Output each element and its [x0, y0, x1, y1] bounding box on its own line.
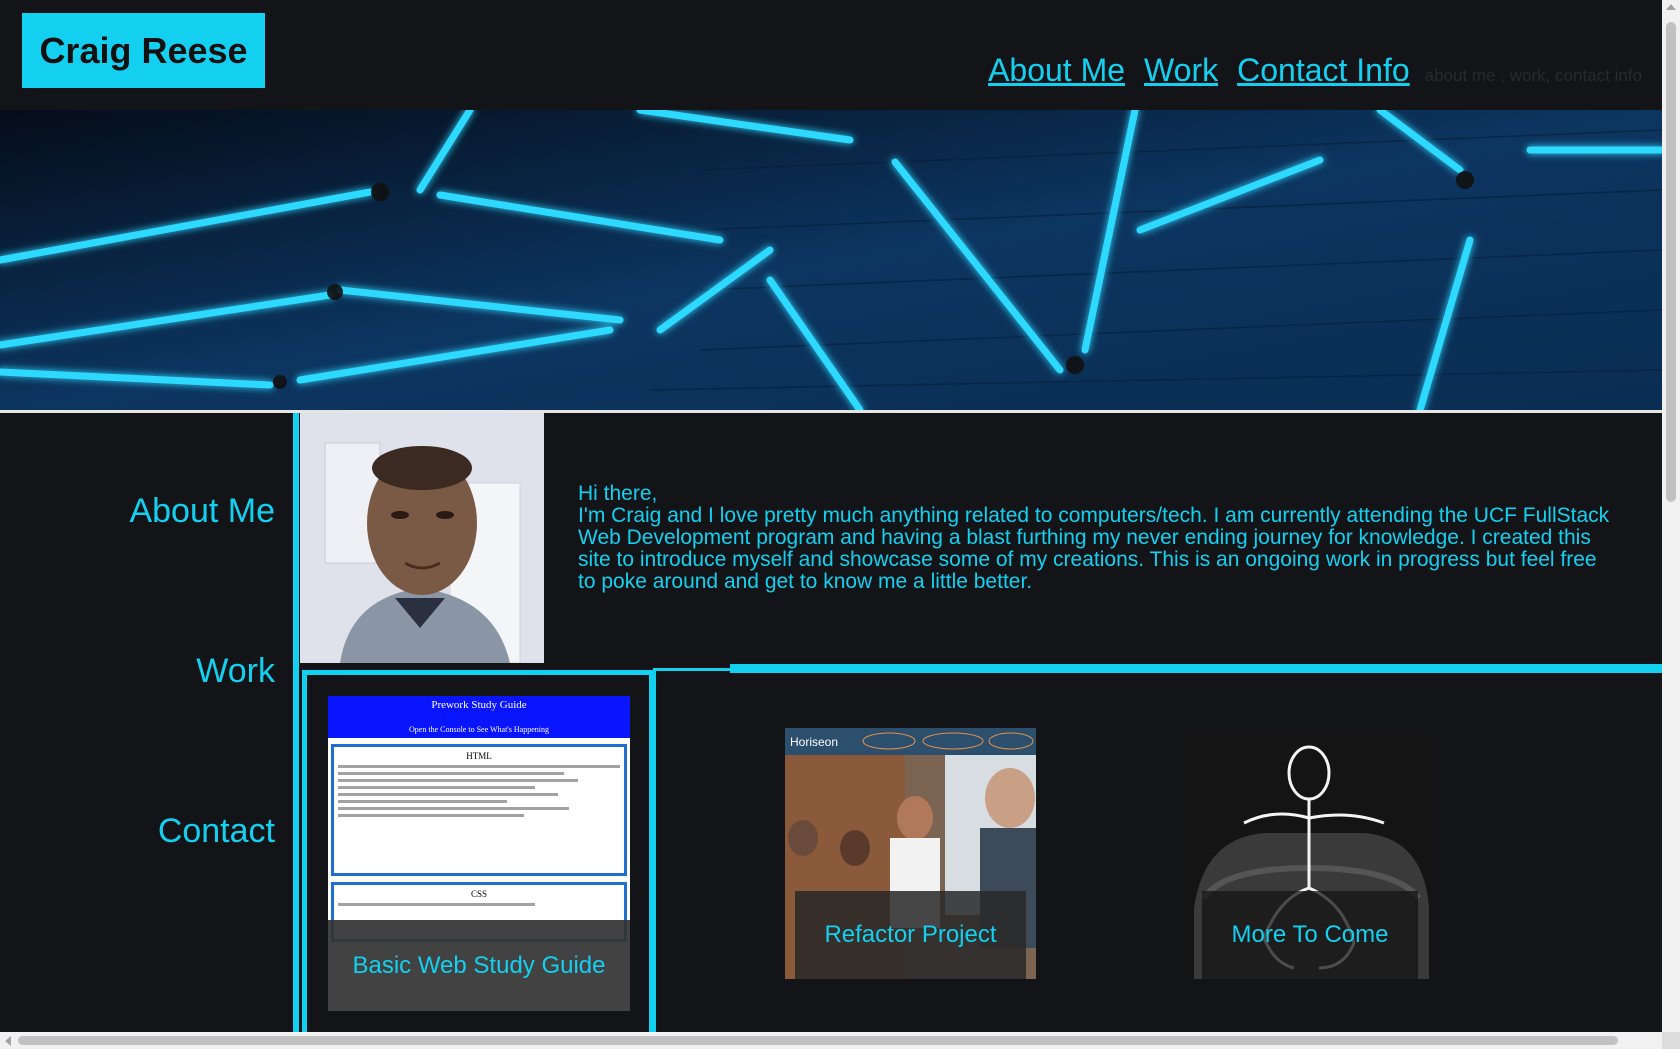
preview-line — [338, 786, 536, 789]
vertical-scrollbar[interactable] — [1662, 0, 1680, 1032]
section-divider-horizontal — [730, 664, 1662, 673]
preview-line — [338, 807, 570, 810]
profile-photo — [300, 413, 544, 663]
about-text: Hi there, I'm Craig and I love pretty mu… — [578, 483, 1618, 593]
preview-line — [338, 765, 620, 768]
neon-lights-image — [0, 110, 1662, 410]
preview-line — [338, 772, 564, 775]
horizontal-scrollbar[interactable] — [0, 1032, 1662, 1049]
scrollbar-corner — [1662, 1032, 1680, 1049]
horizontal-scroll-thumb[interactable] — [18, 1036, 1618, 1045]
section-divider-vertical — [293, 413, 299, 1032]
preview-line — [338, 793, 558, 796]
nav-link-about[interactable]: About Me — [988, 52, 1125, 89]
top-nav: About Me Work Contact Info about me , wo… — [969, 52, 1642, 89]
about-greeting: Hi there, — [578, 482, 658, 505]
page: Craig Reese About Me Work Contact Info a… — [0, 0, 1662, 1032]
scroll-left-arrow-icon[interactable] — [5, 1036, 11, 1046]
sidebar-item-about[interactable]: About Me — [129, 492, 275, 531]
work-card-label: More To Come — [1202, 891, 1418, 979]
preview-line — [338, 814, 525, 817]
logo-text: Craig Reese — [39, 29, 248, 71]
work-card-study-guide[interactable]: Prework Study Guide Open the Console to … — [328, 696, 630, 1011]
preview-line — [338, 800, 508, 803]
work-panel-top-edge — [653, 668, 731, 671]
study-guide-preview-section-html: HTML — [466, 751, 492, 761]
hero-banner — [0, 110, 1662, 410]
work-card-label: Refactor Project — [795, 891, 1026, 979]
about-body: I'm Craig and I love pretty much anythin… — [578, 504, 1610, 593]
sidebar-item-contact[interactable]: Contact — [158, 812, 275, 851]
refactor-brand-text: Horiseon — [790, 735, 838, 749]
study-guide-preview-subtitle: Open the Console to See What's Happening — [409, 725, 549, 734]
work-card-refactor-project[interactable]: Horiseon Refactor Project — [785, 728, 1036, 979]
study-guide-preview-header: Prework Study Guide Open the Console to … — [328, 696, 630, 738]
work-card-more-to-come[interactable]: More To Come — [1184, 728, 1436, 979]
study-guide-preview-html-box: HTML — [331, 744, 627, 876]
hero-divider — [0, 410, 1662, 413]
preview-line — [338, 903, 536, 906]
study-guide-preview-section-css: CSS — [470, 889, 487, 899]
study-guide-preview-title: Prework Study Guide — [431, 699, 527, 711]
work-panel-edge — [653, 668, 656, 1032]
nav-link-contact[interactable]: Contact Info — [1237, 52, 1410, 89]
vertical-scroll-thumb[interactable] — [1666, 22, 1676, 502]
nav-hint: about me , work, contact info — [1424, 66, 1642, 85]
preview-line — [338, 779, 578, 782]
sidebar-item-work[interactable]: Work — [196, 652, 275, 691]
nav-link-work[interactable]: Work — [1144, 52, 1218, 89]
portrait-image — [300, 413, 544, 663]
work-card-label: Basic Web Study Guide — [328, 920, 630, 1011]
logo[interactable]: Craig Reese — [22, 13, 265, 88]
scroll-up-arrow-icon[interactable] — [1666, 4, 1676, 10]
